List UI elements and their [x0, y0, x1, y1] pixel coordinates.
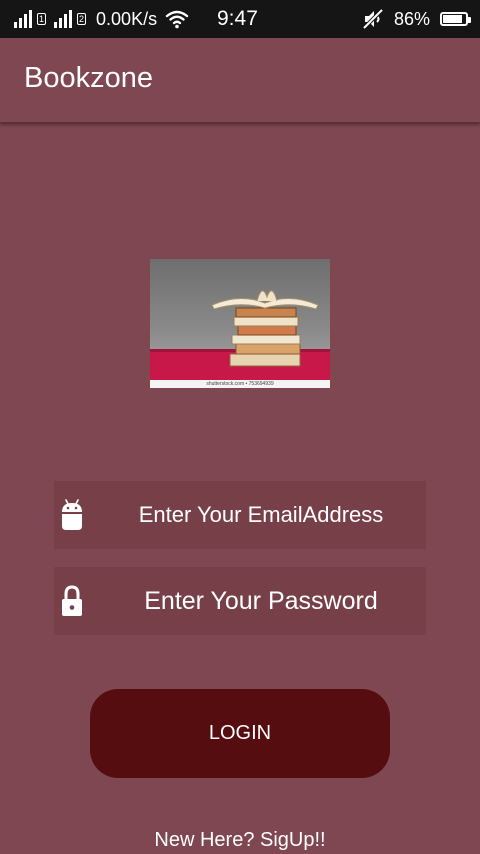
- password-field[interactable]: Enter Your Password: [54, 567, 426, 635]
- status-bar: 1 2 0.00K/s 9:47 86%: [0, 0, 480, 38]
- email-field[interactable]: Enter Your EmailAddress: [54, 481, 426, 549]
- status-bar-left: 1 2 0.00K/s: [14, 0, 189, 38]
- battery-fill: [443, 15, 462, 23]
- app-bar: Bookzone: [0, 38, 480, 123]
- login-button[interactable]: LOGIN: [90, 689, 390, 778]
- lock-icon: [62, 585, 82, 616]
- signal-icon: [54, 10, 73, 28]
- book-stack-image: shutterstock.com • 753694939: [150, 259, 330, 388]
- signal-icon: [14, 10, 32, 28]
- sim1-badge: 1: [37, 13, 47, 25]
- mute-icon: [362, 8, 384, 30]
- wifi-icon: [165, 10, 189, 29]
- network-speed: 0.00K/s: [96, 8, 158, 29]
- image-caption: shutterstock.com • 753694939: [150, 380, 330, 388]
- signup-link[interactable]: New Here? SigUp!!: [0, 829, 480, 852]
- book-stack-illustration: [150, 290, 330, 380]
- app-title: Bookzone: [24, 62, 153, 94]
- clock: 9:47: [217, 7, 258, 30]
- battery-percent: 86%: [393, 8, 430, 29]
- password-placeholder: Enter Your Password: [144, 587, 378, 615]
- sim2-badge: 2: [77, 13, 87, 25]
- android-icon: [62, 499, 82, 530]
- email-placeholder: Enter Your EmailAddress: [138, 502, 384, 527]
- status-bar-right: 86%: [362, 0, 471, 38]
- battery-icon: [440, 12, 471, 26]
